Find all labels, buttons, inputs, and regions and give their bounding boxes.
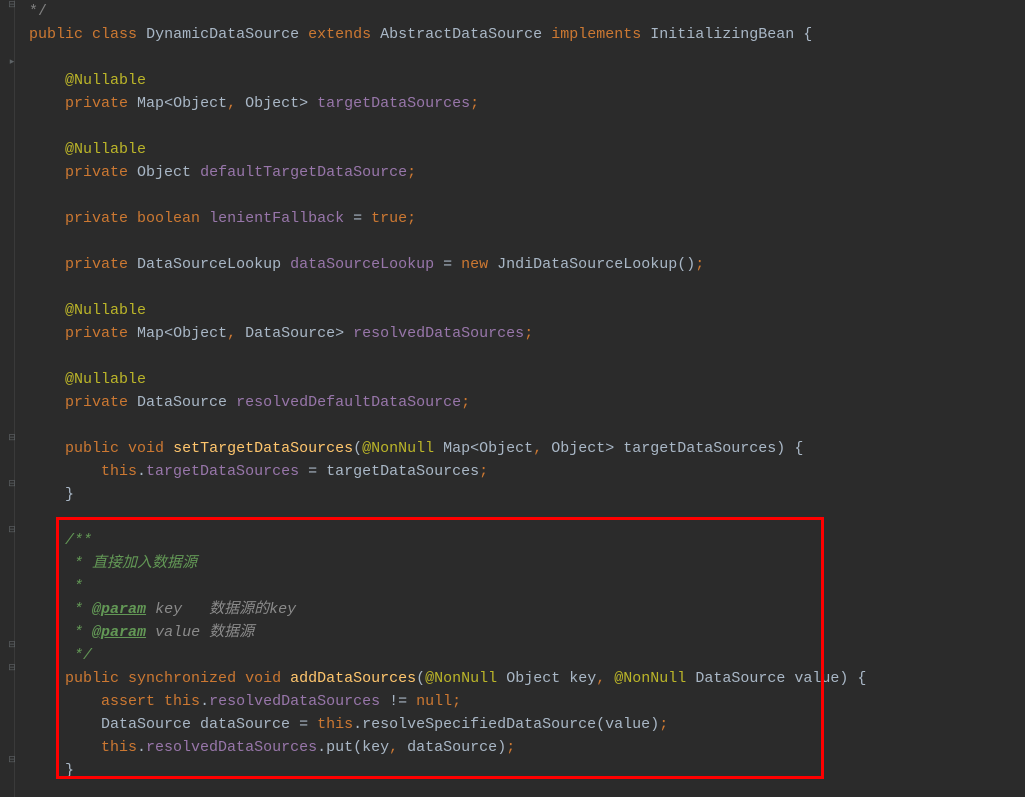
code-line[interactable]: @Nullable bbox=[20, 368, 1025, 391]
blank-line[interactable] bbox=[20, 184, 1025, 207]
code-line[interactable]: @Nullable bbox=[20, 69, 1025, 92]
code-line[interactable]: * bbox=[20, 575, 1025, 598]
fold-icon[interactable]: ⊟ bbox=[7, 479, 17, 489]
code-line[interactable]: private Map<Object, Object> targetDataSo… bbox=[20, 92, 1025, 115]
code-line[interactable]: private Map<Object, DataSource> resolved… bbox=[20, 322, 1025, 345]
fold-icon[interactable]: ⊟ bbox=[7, 663, 17, 673]
code-line[interactable]: @Nullable bbox=[20, 138, 1025, 161]
comment-close: */ bbox=[29, 3, 47, 20]
code-line[interactable]: @Nullable bbox=[20, 299, 1025, 322]
code-line[interactable]: * @param key 数据源的key bbox=[20, 598, 1025, 621]
blank-line[interactable] bbox=[20, 506, 1025, 529]
blank-line[interactable] bbox=[20, 115, 1025, 138]
code-line[interactable]: * @param value 数据源 bbox=[20, 621, 1025, 644]
blank-line[interactable] bbox=[20, 46, 1025, 69]
code-line[interactable]: } bbox=[20, 759, 1025, 782]
blank-line[interactable] bbox=[20, 345, 1025, 368]
code-line[interactable]: public synchronized void addDataSources(… bbox=[20, 667, 1025, 690]
code-area[interactable]: */ public class DynamicDataSource extend… bbox=[18, 0, 1025, 797]
code-line[interactable]: public void setTargetDataSources(@NonNul… bbox=[20, 437, 1025, 460]
code-line[interactable]: } bbox=[20, 483, 1025, 506]
code-line[interactable]: private DataSourceLookup dataSourceLooku… bbox=[20, 253, 1025, 276]
fold-icon[interactable]: ⊟ bbox=[7, 433, 17, 443]
editor-root: ⊟ ▸ ⊟ ⊟ ⊟ ⊟ ⊟ ⊟ */ public class DynamicD… bbox=[0, 0, 1025, 797]
code-line[interactable]: private Object defaultTargetDataSource; bbox=[20, 161, 1025, 184]
code-line[interactable]: */ bbox=[20, 0, 1025, 23]
blank-line[interactable] bbox=[20, 276, 1025, 299]
code-line[interactable]: public class DynamicDataSource extends A… bbox=[20, 23, 1025, 46]
code-line[interactable]: private boolean lenientFallback = true; bbox=[20, 207, 1025, 230]
code-line[interactable]: * 直接加入数据源 bbox=[20, 552, 1025, 575]
fold-icon[interactable]: ⊟ bbox=[7, 0, 17, 10]
fold-icon[interactable]: ⊟ bbox=[7, 755, 17, 765]
fold-icon[interactable]: ⊟ bbox=[7, 640, 17, 650]
code-line[interactable]: DataSource dataSource = this.resolveSpec… bbox=[20, 713, 1025, 736]
code-line[interactable]: assert this.resolvedDataSources != null; bbox=[20, 690, 1025, 713]
gutter[interactable]: ⊟ ▸ ⊟ ⊟ ⊟ ⊟ ⊟ ⊟ bbox=[0, 0, 18, 797]
code-line[interactable]: this.targetDataSources = targetDataSourc… bbox=[20, 460, 1025, 483]
blank-line[interactable] bbox=[20, 230, 1025, 253]
code-line[interactable]: private DataSource resolvedDefaultDataSo… bbox=[20, 391, 1025, 414]
fold-icon[interactable]: ⊟ bbox=[7, 525, 17, 535]
code-line[interactable]: /** bbox=[20, 529, 1025, 552]
blank-line[interactable] bbox=[20, 414, 1025, 437]
fold-guide-line bbox=[14, 0, 15, 797]
code-line[interactable]: this.resolvedDataSources.put(key, dataSo… bbox=[20, 736, 1025, 759]
fold-icon[interactable]: ▸ bbox=[7, 57, 17, 67]
blank-line[interactable] bbox=[20, 782, 1025, 797]
code-line[interactable]: */ bbox=[20, 644, 1025, 667]
